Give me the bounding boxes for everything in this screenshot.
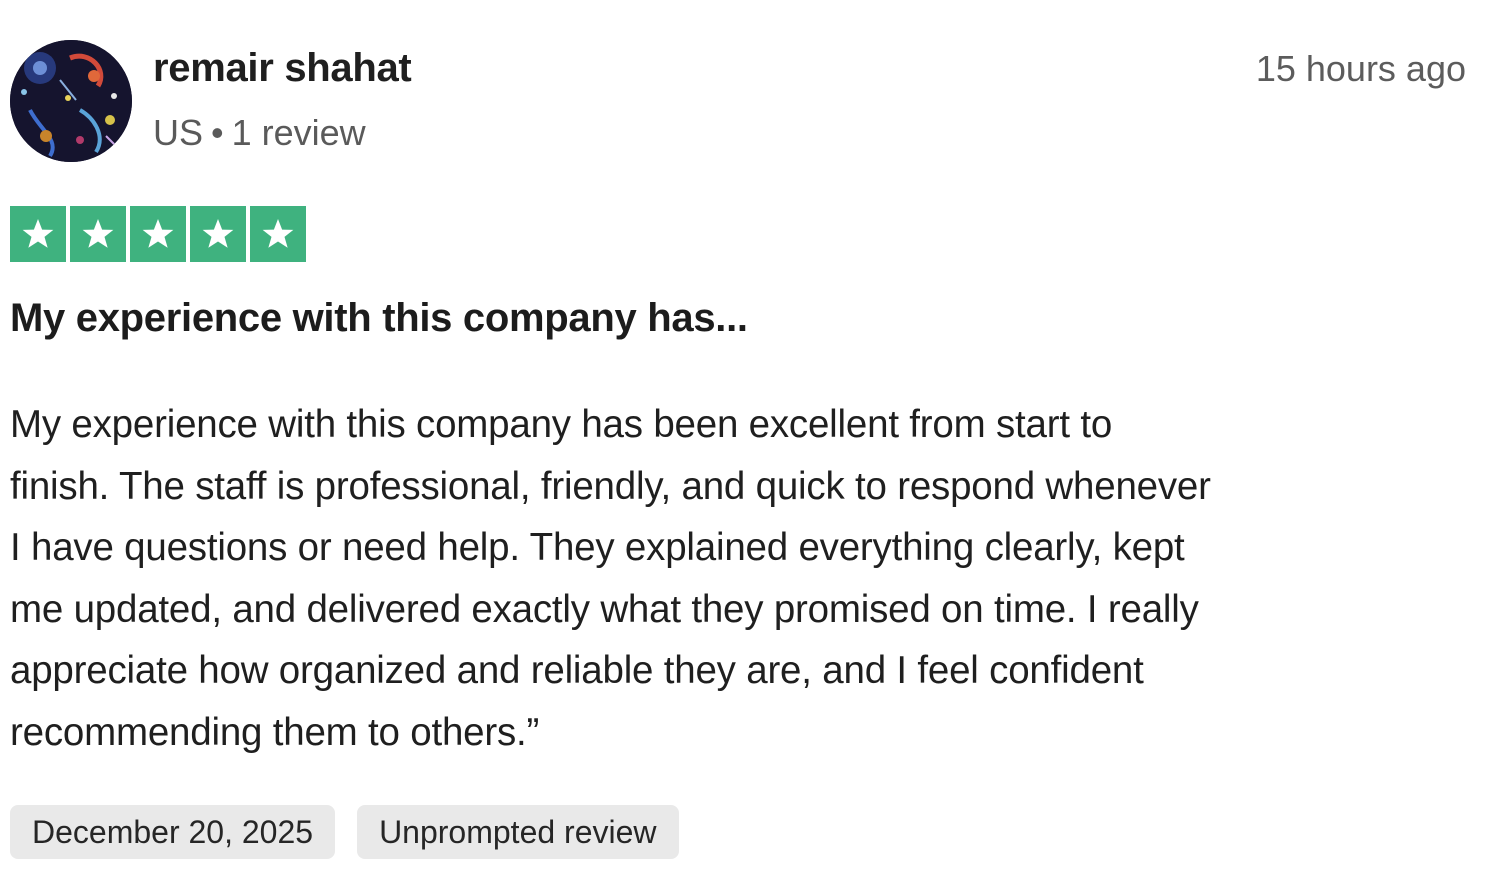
avatar-image [10,40,132,162]
review-body-line: appreciate how organized and reliable th… [10,649,1144,692]
review-body-line: I have questions or need help. They expl… [10,526,1185,569]
star-icon [82,218,114,248]
star-icon [202,218,234,248]
review-body-line: recommending them to others.” [10,710,540,754]
consumer-review-count: 1 review [231,112,366,153]
review-title[interactable]: My experience with this company has... [10,296,748,341]
star-icon [142,218,174,248]
review-tags: December 20, 2025 Unprompted review [10,805,679,859]
star-rating [10,206,306,262]
avatar[interactable] [10,40,132,162]
star-box [190,206,246,262]
star-box [70,206,126,262]
review-header: remair shahat US • 1 review 15 hours ago [10,40,1466,164]
star-icon [22,218,54,248]
review-time: 15 hours ago [1255,48,1466,89]
review-card: remair shahat US • 1 review 15 hours ago M… [0,0,1496,890]
consumer-name[interactable]: remair shahat [153,46,412,91]
review-body-line: finish. The staff is professional, frien… [10,464,1211,508]
review-body-line: My experience with this company has been… [10,403,1113,446]
star-icon [262,218,294,248]
review-date-tag: December 20, 2025 [10,805,336,859]
review-body: My experience with this company has been… [10,394,1470,763]
consumer-meta: US • 1 review [153,112,366,154]
consumer-country: US [153,112,204,153]
star-box [10,206,66,262]
star-box [130,206,186,262]
star-box [250,206,306,262]
unprompted-review-tag[interactable]: Unprompted review [357,805,679,859]
review-body-line: me updated, and delivered exactly what t… [10,587,1199,631]
meta-separator: • [211,112,224,153]
